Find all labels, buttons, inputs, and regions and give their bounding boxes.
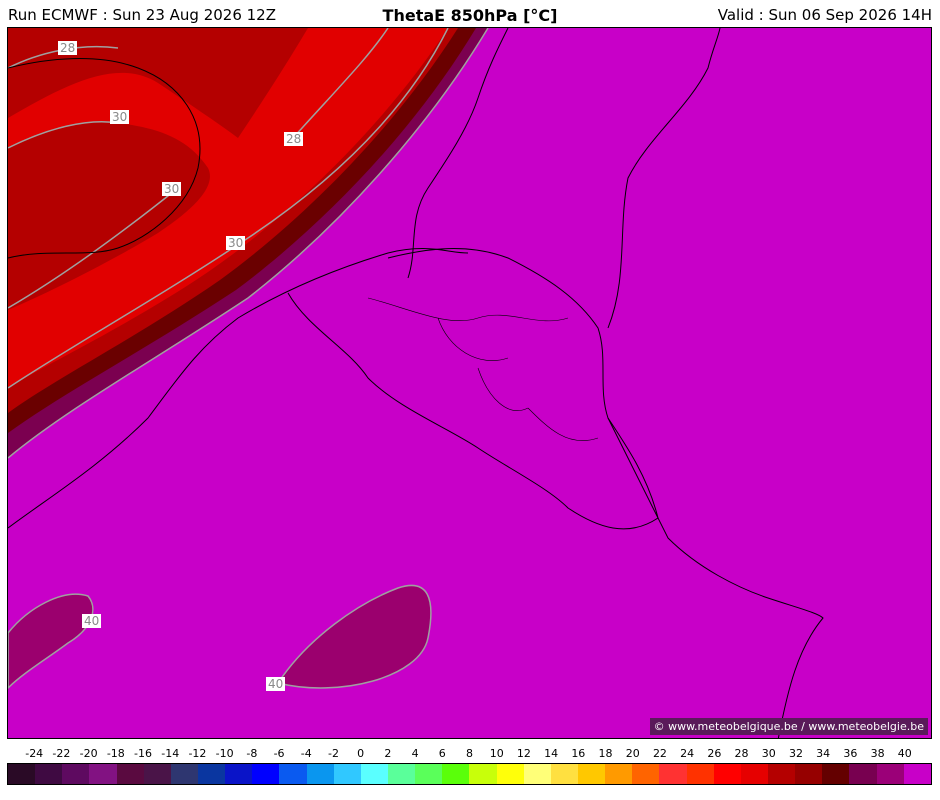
legend-swatch bbox=[496, 764, 524, 784]
legend-swatch bbox=[849, 764, 877, 784]
legend-swatch bbox=[523, 764, 551, 784]
legend-swatch bbox=[550, 764, 578, 784]
legend-tick: 16 bbox=[571, 747, 586, 760]
legend-swatch bbox=[876, 764, 904, 784]
contour-label: 30 bbox=[162, 182, 182, 196]
legend-tick: 4 bbox=[411, 747, 419, 760]
legend-tick: -14 bbox=[161, 747, 180, 760]
contour-label: 28 bbox=[284, 132, 304, 146]
legend-tick: -18 bbox=[106, 747, 125, 760]
legend-tick: 38 bbox=[870, 747, 885, 760]
legend-tick: 32 bbox=[788, 747, 803, 760]
legend-tick: -12 bbox=[188, 747, 207, 760]
legend-swatch bbox=[767, 764, 796, 784]
legend-tick: -6 bbox=[273, 747, 285, 760]
legend-swatch bbox=[8, 764, 36, 784]
legend-swatch bbox=[116, 764, 144, 784]
legend-tick: 12 bbox=[516, 747, 531, 760]
legend-swatch bbox=[89, 764, 117, 784]
legend-tick: 34 bbox=[816, 747, 831, 760]
legend-swatch bbox=[415, 764, 443, 784]
legend-tick: 36 bbox=[843, 747, 858, 760]
legend-swatch bbox=[279, 764, 307, 784]
legend-tick: 6 bbox=[438, 747, 446, 760]
legend-swatch bbox=[225, 764, 253, 784]
legend-swatch bbox=[306, 764, 334, 784]
map-frame[interactable]: 28 30 28 30 30 40 40 © www.meteobelgique… bbox=[7, 27, 932, 739]
legend-tick: -8 bbox=[246, 747, 258, 760]
legend-tick: -20 bbox=[79, 747, 98, 760]
copyright-notice: © www.meteobelgique.be / www.meteobelgie… bbox=[649, 718, 928, 735]
contour-label: 40 bbox=[82, 614, 102, 628]
legend-tick: 40 bbox=[897, 747, 912, 760]
contour-label: 30 bbox=[110, 110, 130, 124]
legend-swatch bbox=[632, 764, 660, 784]
legend-tick: -16 bbox=[134, 747, 152, 760]
legend-tick: 0 bbox=[357, 747, 365, 760]
legend-tick: 24 bbox=[680, 747, 695, 760]
legend-swatch bbox=[795, 764, 823, 784]
valid-label: Valid : Sun 06 Sep 2026 14H bbox=[717, 6, 932, 24]
legend-tick-labels: -24 -22 -20 -18 -16 -14 -12 -10 -8 -6 -4 -2 0 2 4 6 8 10 1… bbox=[7, 747, 932, 761]
legend-swatch bbox=[686, 764, 714, 784]
legend-tick: 22 bbox=[652, 747, 667, 760]
legend-swatch bbox=[822, 764, 850, 784]
legend-swatch bbox=[62, 764, 90, 784]
legend-tick: -22 bbox=[52, 747, 71, 760]
legend-swatch bbox=[252, 764, 280, 784]
legend-swatch bbox=[170, 764, 198, 784]
legend-swatch bbox=[387, 764, 416, 784]
legend-swatch bbox=[143, 764, 171, 784]
legend-swatch bbox=[197, 764, 226, 784]
contour-label: 30 bbox=[226, 236, 246, 250]
legend-swatch bbox=[333, 764, 361, 784]
legend-color-bar bbox=[7, 763, 932, 785]
legend-swatch bbox=[577, 764, 606, 784]
legend-swatch bbox=[442, 764, 470, 784]
legend-tick: -10 bbox=[215, 747, 234, 760]
legend-tick: 10 bbox=[489, 747, 504, 760]
legend-swatch bbox=[740, 764, 768, 784]
legend-tick: 20 bbox=[625, 747, 640, 760]
legend-swatch bbox=[605, 764, 633, 784]
legend-tick: 2 bbox=[384, 747, 392, 760]
contour-label: 28 bbox=[58, 41, 78, 55]
legend-tick: 14 bbox=[544, 747, 559, 760]
legend-tick: 8 bbox=[466, 747, 473, 760]
legend-swatch bbox=[469, 764, 497, 784]
map-canvas[interactable] bbox=[8, 28, 932, 739]
legend-tick: -24 bbox=[25, 747, 44, 760]
legend-tick: -2 bbox=[327, 747, 339, 760]
legend-swatch bbox=[360, 764, 388, 784]
contour-label: 40 bbox=[266, 677, 286, 691]
legend-swatch bbox=[659, 764, 687, 784]
legend-tick: 26 bbox=[707, 747, 722, 760]
legend-tick: 18 bbox=[598, 747, 613, 760]
legend-tick: -4 bbox=[300, 747, 312, 760]
legend-swatch bbox=[903, 764, 931, 784]
legend-swatch bbox=[35, 764, 63, 784]
legend-tick: 30 bbox=[761, 747, 776, 760]
legend-swatch bbox=[713, 764, 741, 784]
legend-tick: 28 bbox=[734, 747, 749, 760]
